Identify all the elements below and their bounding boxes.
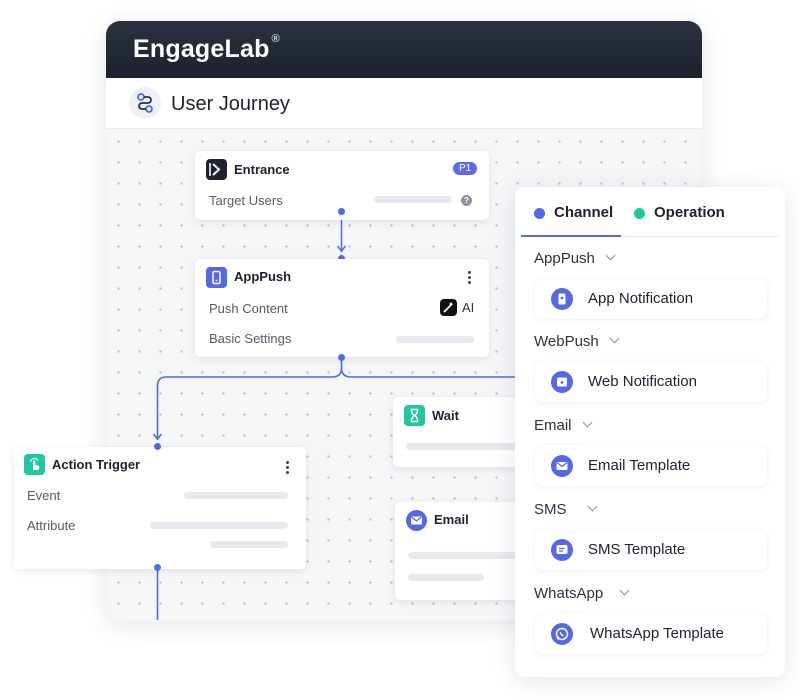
group-apppush[interactable]: AppPush [534, 250, 616, 267]
hourglass-icon [404, 405, 425, 426]
target-users-label: Target Users [209, 193, 283, 208]
ai-label: AI [462, 300, 475, 315]
web-notification-label: Web Notification [588, 373, 697, 390]
ai-icon[interactable] [440, 299, 457, 316]
app-notification-label: App Notification [588, 290, 694, 307]
web-notification-icon [551, 371, 573, 393]
sms-icon [551, 539, 573, 561]
group-webpush[interactable]: WebPush [534, 333, 620, 350]
action-trigger-more-icon[interactable] [286, 461, 290, 476]
email-value-2 [408, 574, 484, 581]
wait-title: Wait [432, 408, 459, 423]
group-whatsapp[interactable]: WhatsApp [534, 585, 630, 602]
target-users-value [374, 196, 452, 203]
event-value [184, 492, 288, 499]
web-notification-item[interactable]: Web Notification [535, 362, 767, 402]
app-notification-icon [551, 288, 573, 310]
action-trigger-output-port[interactable] [154, 564, 161, 571]
basic-settings-label: Basic Settings [209, 331, 292, 346]
email-template-label: Email Template [588, 457, 691, 474]
apppush-icon [206, 267, 227, 288]
apppush-title: AppPush [234, 269, 292, 284]
app-notification-item[interactable]: App Notification [535, 279, 767, 319]
apppush-more-icon[interactable] [468, 271, 472, 286]
whatsapp-icon [551, 623, 573, 645]
priority-badge: P1 [453, 162, 478, 175]
action-trigger-input-port[interactable] [154, 443, 161, 450]
sms-template-label: SMS Template [588, 541, 686, 558]
apppush-node[interactable]: AppPush Push Content AI Basic Settings [195, 259, 489, 357]
operation-tab-dot [634, 208, 645, 219]
entrance-title: Entrance [234, 162, 290, 177]
apppush-output-port[interactable] [338, 354, 345, 361]
action-trigger-title: Action Trigger [52, 457, 141, 472]
attribute-value-1 [150, 522, 288, 529]
whatsapp-template-item[interactable]: WhatsApp Template [535, 614, 767, 654]
email-icon [551, 455, 573, 477]
attribute-value-2 [210, 541, 288, 548]
wait-node[interactable]: Wait [393, 397, 533, 467]
entrance-output-port[interactable] [338, 208, 345, 215]
attribute-label: Attribute [27, 518, 76, 533]
group-email[interactable]: Email [534, 417, 592, 434]
email-node-icon [406, 510, 427, 531]
sms-template-item[interactable]: SMS Template [535, 530, 767, 570]
tab-operation[interactable]: Operation [654, 204, 725, 221]
push-content-label: Push Content [209, 301, 288, 316]
tap-icon [24, 454, 45, 475]
entrance-icon [206, 159, 227, 180]
channel-tab-dot [534, 208, 545, 219]
email-template-item[interactable]: Email Template [535, 446, 767, 486]
email-value-1 [408, 552, 518, 559]
email-node[interactable]: Email [395, 502, 533, 600]
tab-channel[interactable]: Channel [554, 204, 613, 221]
email-title: Email [434, 512, 469, 527]
action-trigger-node[interactable]: Action Trigger Event Attribute [14, 447, 306, 569]
chevron-down-icon [582, 417, 592, 428]
chevron-down-icon [605, 250, 616, 261]
event-label: Event [27, 488, 61, 503]
whatsapp-template-label: WhatsApp Template [590, 625, 724, 642]
chevron-down-icon [587, 501, 597, 512]
chevron-down-icon [619, 585, 630, 596]
basic-settings-value [396, 336, 474, 343]
help-icon[interactable]: ? [461, 195, 472, 206]
group-sms[interactable]: SMS [534, 501, 597, 518]
active-tab-indicator [521, 235, 621, 237]
node-library-panel: Channel Operation AppPush App Notificati… [515, 187, 785, 677]
chevron-down-icon [609, 333, 620, 344]
wait-value [406, 443, 516, 450]
